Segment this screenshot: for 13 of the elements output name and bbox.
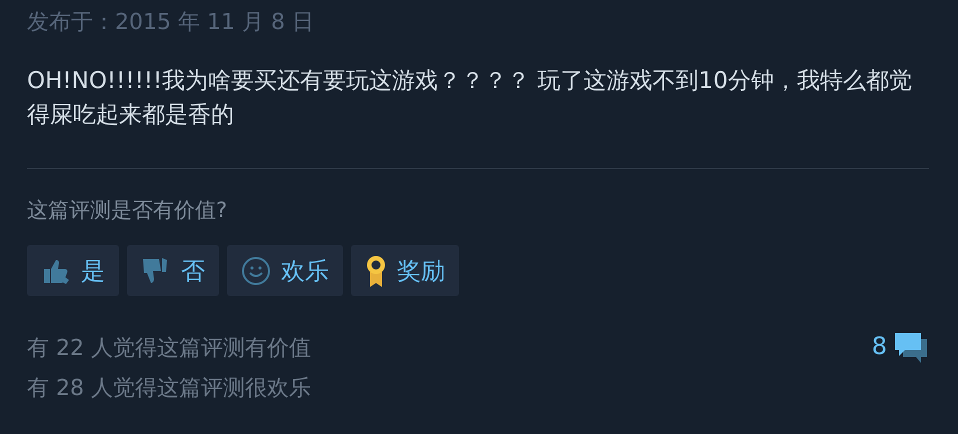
funny-button[interactable]: 欢乐 [227,245,343,296]
smiley-icon [241,256,271,286]
comments-icon[interactable] [893,331,929,363]
helpful-prompt: 这篇评测是否有价值? [27,197,228,224]
posted-date: 发布于：2015 年 11 月 8 日 [27,9,315,37]
vote-summary: 有 28 人觉得这篇评测很欢乐 [27,375,311,403]
yes-button[interactable]: 是 [27,245,119,296]
review-text: OH!NO!!!!!!我为啥要买还有要玩这游戏？？？？ 玩了这游戏不到10分钟，我特么都觉得屎吃起来都是香的 [27,67,913,130]
award-button[interactable]: 奖励 [351,245,459,296]
vote-summary: 有 22 人觉得这篇评测有价值 [27,335,311,363]
award-ribbon-icon [365,254,387,288]
comment-count[interactable]: 8 [872,331,887,361]
no-button[interactable]: 否 [127,245,219,296]
